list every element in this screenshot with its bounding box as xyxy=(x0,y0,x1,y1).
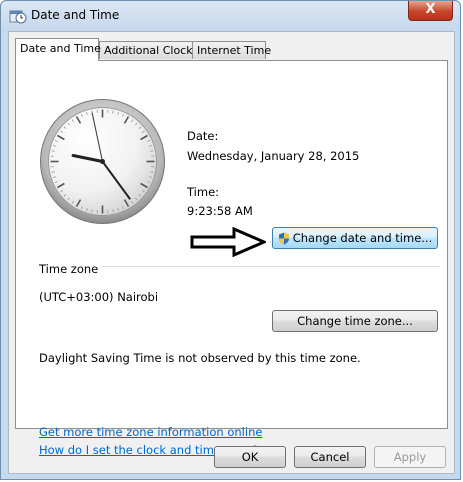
time-value: 9:23:58 AM xyxy=(187,204,253,218)
change-time-zone-button[interactable]: Change time zone... xyxy=(272,310,438,332)
time-zone-separator xyxy=(102,266,440,267)
time-zone-heading: Time zone xyxy=(39,262,99,276)
date-label: Date: xyxy=(187,129,219,143)
window-title: Date and Time xyxy=(31,8,120,22)
more-time-zone-info-link[interactable]: Get more time zone information online xyxy=(39,425,262,439)
tab-date-and-time[interactable]: Date and Time xyxy=(15,38,101,61)
change-date-time-button[interactable]: Change date and time... xyxy=(272,227,438,249)
dialog-client-area: Date and Time Additional Clocks Internet… xyxy=(8,31,455,474)
cancel-button[interactable]: Cancel xyxy=(294,446,366,468)
apply-button[interactable]: Apply xyxy=(374,446,446,468)
time-zone-value: (UTC+03:00) Nairobi xyxy=(39,290,159,304)
analog-clock xyxy=(40,99,165,224)
uac-shield-icon xyxy=(278,232,289,245)
close-button[interactable]: X xyxy=(408,1,453,21)
title-bar[interactable]: Date and Time X xyxy=(1,1,460,31)
date-time-dialog: Date and Time X Date and Time Additional… xyxy=(0,0,461,480)
date-time-control-panel-icon xyxy=(9,10,27,24)
change-date-time-label: Change date and time... xyxy=(292,231,433,245)
right-arrow-icon xyxy=(190,227,266,257)
ok-button[interactable]: OK xyxy=(214,446,286,468)
date-value: Wednesday, January 28, 2015 xyxy=(187,149,360,163)
time-label: Time: xyxy=(187,185,220,199)
date-time-tab-panel: Date: Wednesday, January 28, 2015 Time: … xyxy=(15,60,448,457)
tab-additional-clocks[interactable]: Additional Clocks xyxy=(99,41,198,59)
dst-note: Daylight Saving Time is not observed by … xyxy=(39,351,361,365)
tab-internet-time[interactable]: Internet Time xyxy=(192,41,271,59)
